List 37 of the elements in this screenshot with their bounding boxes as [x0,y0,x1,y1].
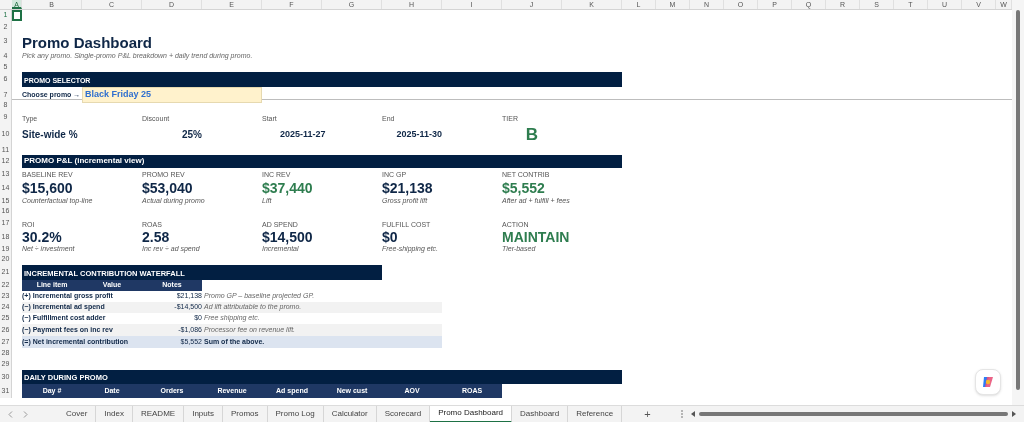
scrollbar-thumb[interactable] [1016,10,1020,390]
sheet-tab[interactable]: Calculator [323,405,377,422]
field-value: 2025-11-27 [279,130,327,139]
dashboard-title: Promo Dashboard [22,33,154,50]
kpi-value: 30.2% [22,230,63,244]
kpi-value: $5,552 [502,180,546,196]
sheet-tab[interactable]: Index [96,405,133,422]
horizontal-scrollbar-thumb[interactable] [698,412,1008,416]
sheet-tab[interactable]: Reference [568,405,623,422]
kpi-value: $14,500 [262,230,314,244]
section-header: PROMO P&L (incremental view) [22,155,622,168]
sheet-tab[interactable]: Cover [58,405,97,422]
kpi-value: $37,440 [262,180,314,196]
kpi-value: $53,040 [142,180,194,196]
promo-dropdown[interactable]: Black Friday 25 [82,87,262,103]
selected-cell[interactable] [12,10,22,21]
scroll-left-icon[interactable] [690,411,696,417]
copilot-button[interactable] [975,369,1001,395]
sheet-tab[interactable]: Promo Dashboard [430,405,513,422]
kpi-value: $21,138 [382,180,434,196]
scroll-right-icon[interactable] [1011,411,1016,417]
add-sheet-button[interactable]: + [622,405,673,422]
kpi-value: 2.58 [142,230,171,244]
kpi-value: MAINTAIN [502,230,571,244]
kpi-value: $15,600 [22,180,74,196]
vertical-scrollbar[interactable] [1012,0,1024,405]
sheet-tab[interactable]: Inputs [184,405,223,422]
sheet-tab[interactable]: README [132,405,185,422]
kpi-value: $0 [382,230,399,244]
field-value: B [524,126,540,143]
copilot-icon [981,375,995,389]
field-value: Site-wide % [22,129,79,140]
field-value: 2025-11-30 [395,130,442,139]
sheet-tab[interactable]: Dashboard [512,405,569,422]
sheet-tab[interactable]: Promo Log [267,405,324,422]
sheet-tab[interactable]: Promos [222,405,268,422]
field-value: 25% [181,129,202,140]
